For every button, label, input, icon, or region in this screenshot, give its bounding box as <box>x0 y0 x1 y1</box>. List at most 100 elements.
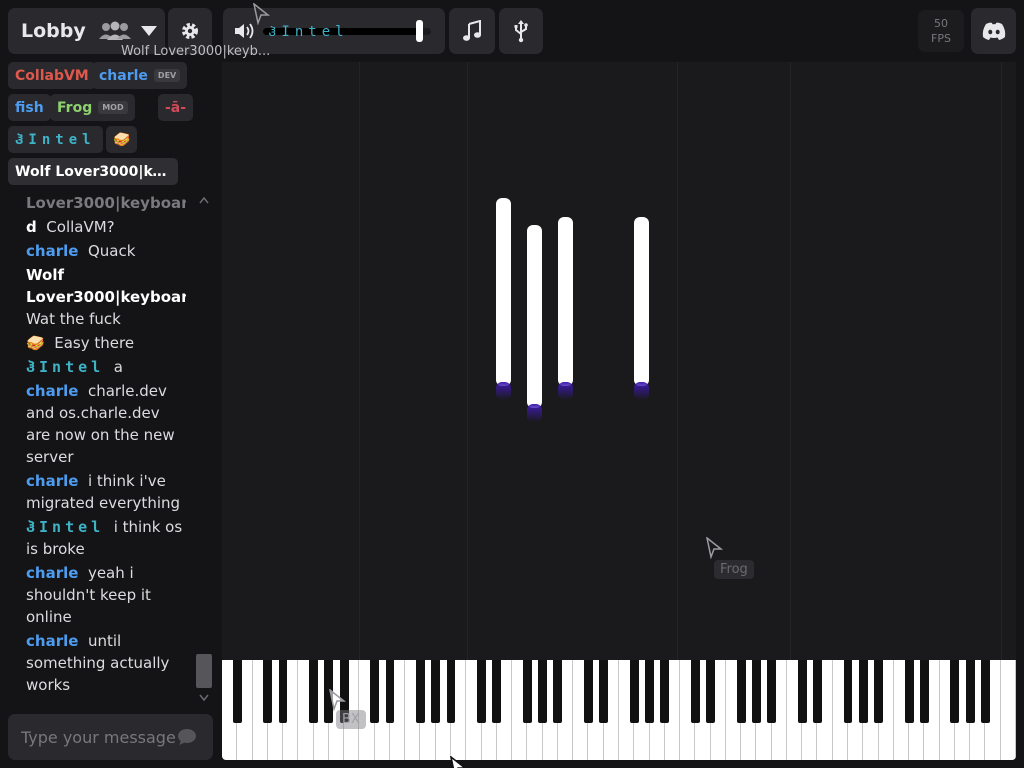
user-chip[interactable]: Frog MOD <box>50 94 135 121</box>
sidebar: CollabVM charle DEV fish Frog MOD -ā-ჰIntel 🥪 Wo… <box>0 58 220 768</box>
chat-message-user[interactable]: 🥪 <box>26 334 45 352</box>
piano-black-key[interactable] <box>446 660 456 723</box>
chat-bubble-icon[interactable] <box>177 728 197 746</box>
dropdown-icon[interactable] <box>140 24 158 38</box>
piano-black-key[interactable] <box>416 660 425 723</box>
user-chip-name: 🥪 <box>113 131 131 148</box>
user-chip-name: Frog <box>57 99 93 116</box>
chat-message: ჰIntel i think os is broke <box>26 516 186 560</box>
piano-black-key[interactable] <box>232 660 242 723</box>
chat-scrollbar-thumb[interactable] <box>196 654 212 688</box>
piano-black-key[interactable] <box>904 660 914 723</box>
user-chip[interactable]: ჰIntel <box>8 126 103 153</box>
falling-note-glow <box>558 382 573 400</box>
chat-log: Lover3000|keyboard d CollaVM? charle Quac… <box>26 192 186 692</box>
piano-black-key[interactable] <box>981 660 990 723</box>
piano-black-key[interactable] <box>645 660 654 723</box>
chat-message-user[interactable]: Lover3000|keyboard <box>26 194 186 212</box>
piano-black-key[interactable] <box>370 660 380 723</box>
remote-cursor-label: Wolf Lover3000|keyb... <box>121 44 271 59</box>
chat-message-user[interactable]: charle <box>26 242 78 260</box>
piano-black-key[interactable] <box>522 660 532 723</box>
piano-black-key[interactable] <box>950 660 960 723</box>
falling-note-glow <box>527 404 542 422</box>
chat-message: charle i think i've migrated everything <box>26 470 186 514</box>
scroll-down-icon[interactable] <box>199 694 209 702</box>
chat-message-text: Wat the fuck <box>26 310 121 328</box>
piano-black-key[interactable] <box>797 660 807 723</box>
user-chip-name: fish <box>15 99 44 116</box>
piano-black-key[interactable] <box>553 660 563 723</box>
piano-black-key[interactable] <box>629 660 639 723</box>
piano-black-key[interactable] <box>263 660 273 723</box>
piano-black-key[interactable] <box>736 660 746 723</box>
scroll-up-icon[interactable] <box>199 196 209 204</box>
piano-black-key[interactable] <box>431 660 441 723</box>
user-chip[interactable]: CollabVM <box>8 62 96 89</box>
user-chip[interactable]: Wolf Lover3000|keyb... <box>8 158 178 185</box>
piano-black-key[interactable] <box>309 660 319 723</box>
remote-cursor-icon <box>253 3 270 25</box>
discord-icon <box>982 22 1005 40</box>
chat-message: charle Quack <box>26 240 186 262</box>
piano-black-key[interactable] <box>706 660 716 723</box>
piano-black-key[interactable] <box>492 660 502 723</box>
chat-message-user[interactable]: ჰIntel <box>26 518 104 536</box>
fps-counter: 50 FPS <box>918 10 964 52</box>
chat-message-user[interactable]: charle <box>26 472 78 490</box>
piano-black-key[interactable] <box>919 660 929 723</box>
stage-divider <box>677 62 678 660</box>
chat-message-user[interactable]: charle <box>26 382 78 400</box>
falling-note-glow <box>634 382 649 400</box>
fps-value: 50 <box>934 17 948 30</box>
chat-message-user[interactable]: charle <box>26 632 78 650</box>
piano-black-key[interactable] <box>690 660 700 723</box>
volume-slider-thumb[interactable] <box>416 20 424 42</box>
stage-divider <box>467 62 468 660</box>
chat-message-text: Quack <box>87 242 136 260</box>
chat-message-user: d <box>26 218 37 236</box>
top-bar: Lobby ჰIntel 50 FPS Wolf Lover3000|keyb.… <box>0 0 1024 60</box>
chat-message-user[interactable]: ჰIntel <box>26 358 104 376</box>
remote-cursor-icon <box>329 689 346 711</box>
piano-black-key[interactable] <box>751 660 761 723</box>
user-chip[interactable]: 🥪 <box>106 126 138 153</box>
remote-cursor-icon <box>706 537 723 559</box>
user-chip[interactable]: fish <box>8 94 51 121</box>
discord-button[interactable] <box>971 8 1016 54</box>
piano-black-key[interactable] <box>584 660 593 723</box>
user-chip[interactable]: charle DEV <box>92 62 188 89</box>
user-chip-name: ჰIntel <box>15 131 96 148</box>
chat-message: charle until something actually works <box>26 630 186 692</box>
piano-black-key[interactable] <box>599 660 609 723</box>
piano-black-key[interactable] <box>858 660 868 723</box>
falling-note <box>527 225 542 408</box>
piano-black-key[interactable] <box>538 660 548 723</box>
piano-black-key[interactable] <box>843 660 853 723</box>
user-role-badge: DEV <box>153 69 181 82</box>
users-icon <box>98 21 131 40</box>
piano-black-key[interactable] <box>278 660 288 723</box>
user-chip[interactable]: -ā- <box>158 94 194 121</box>
piano-black-key[interactable] <box>385 660 395 723</box>
chat-message: Lover3000|keyboard <box>26 192 186 214</box>
room-name: Lobby <box>21 20 86 42</box>
piano-black-key[interactable] <box>660 660 670 723</box>
gear-icon <box>182 23 198 39</box>
usb-button[interactable] <box>499 8 543 54</box>
user-chip-name: CollabVM <box>15 67 89 84</box>
piano-black-key[interactable] <box>965 660 975 723</box>
chat-message: 🥪 Easy there <box>26 332 186 354</box>
user-chip-name: Wolf Lover3000|keyb... <box>15 163 171 180</box>
falling-note <box>634 217 649 386</box>
piano-white-key[interactable] <box>1001 660 1016 760</box>
music-button[interactable] <box>449 8 495 54</box>
piano-black-key[interactable] <box>767 660 777 723</box>
chat-message-text: CollaVM? <box>46 218 115 236</box>
remote-cursor-label: BX <box>336 710 366 729</box>
piano-black-key[interactable] <box>477 660 486 723</box>
piano-black-key[interactable] <box>874 660 883 723</box>
piano-black-key[interactable] <box>813 660 822 723</box>
chat-message-user[interactable]: Wolf Lover3000|keyboard <box>26 266 186 306</box>
chat-message-user[interactable]: charle <box>26 564 78 582</box>
